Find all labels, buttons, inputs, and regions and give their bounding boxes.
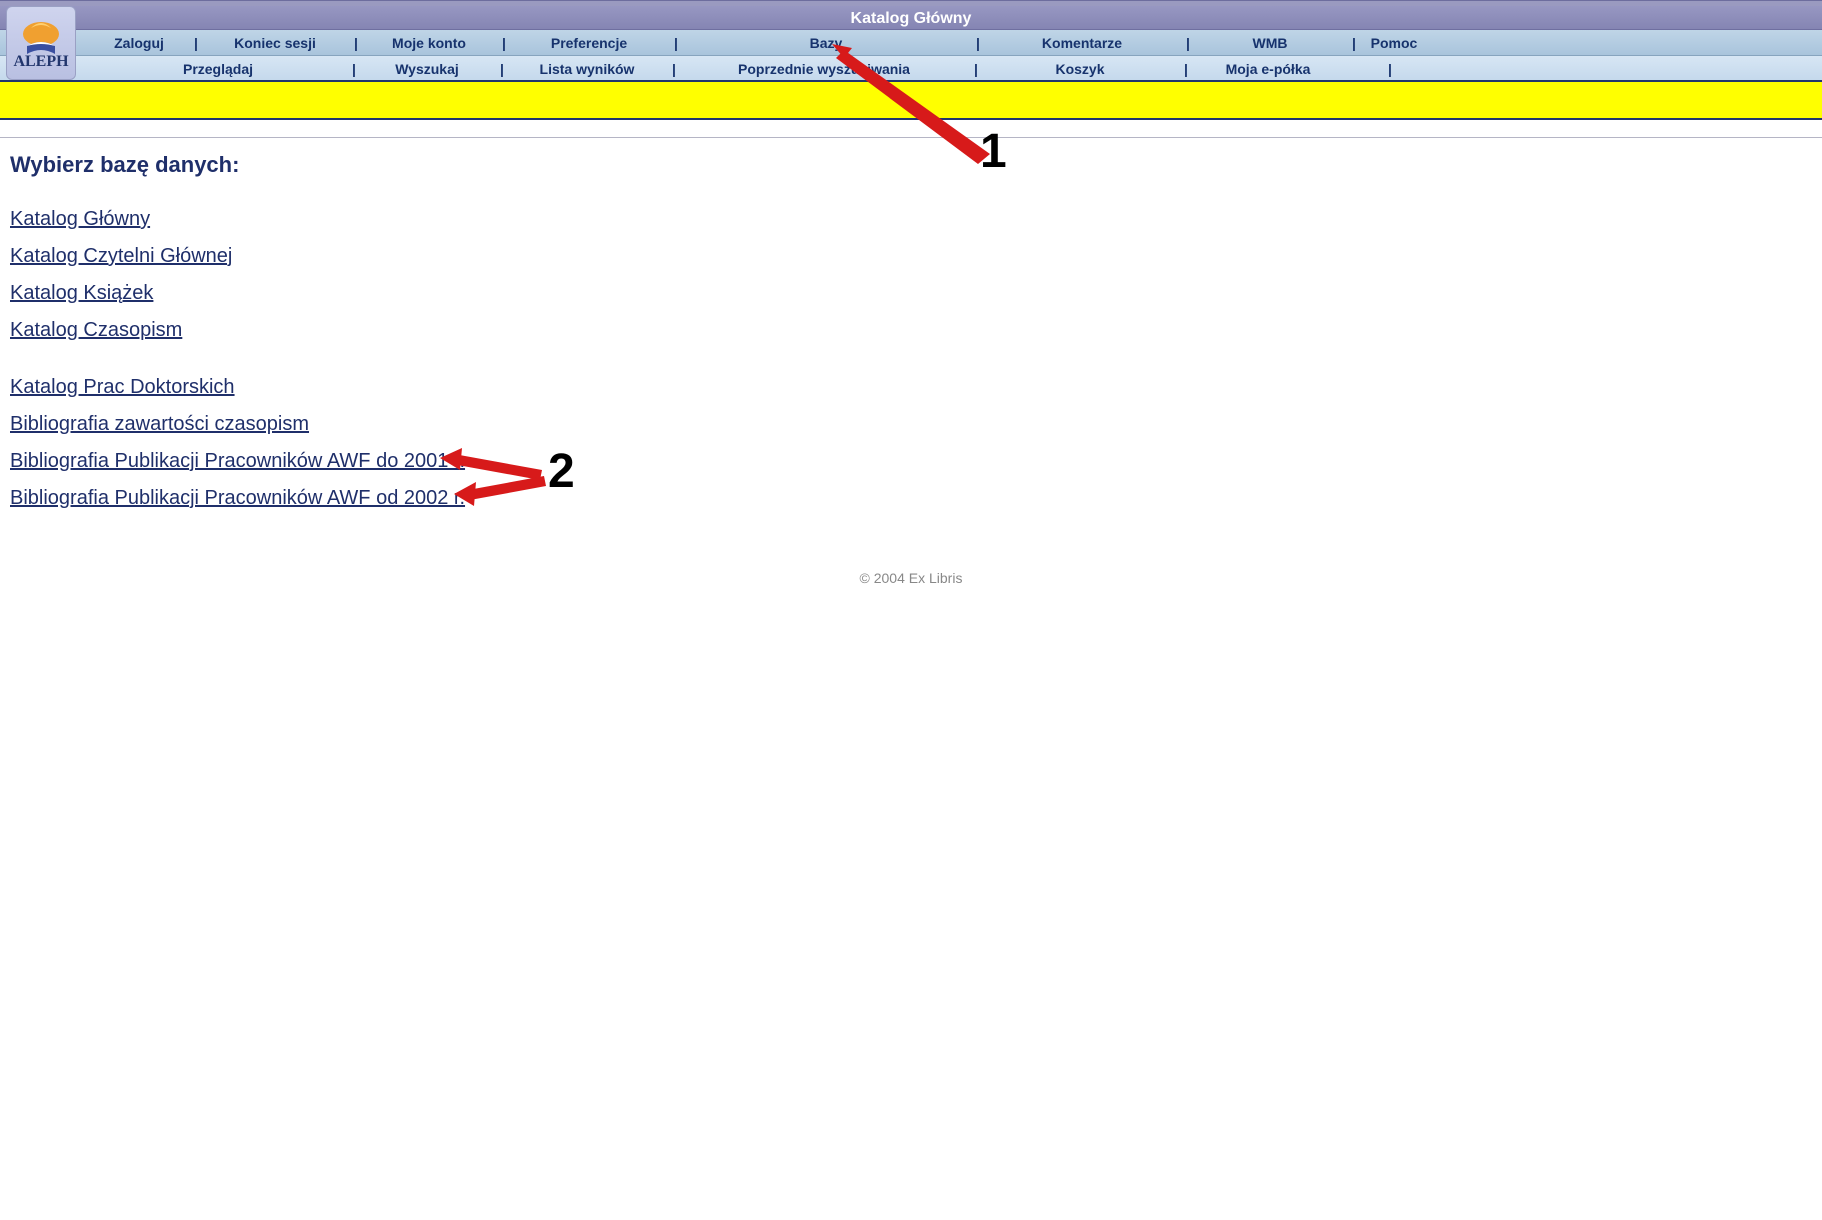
db-link-katalog-ksiazek[interactable]: Katalog Książek <box>10 282 153 305</box>
database-list: Katalog Główny Katalog Czytelni Głównej … <box>10 208 1812 510</box>
nav-preferences[interactable]: Preferencje <box>504 30 674 55</box>
nav-wmb[interactable]: WMB <box>1188 30 1352 55</box>
choose-db-heading: Wybierz bazę danych: <box>10 152 1812 178</box>
footer-copyright: © 2004 Ex Libris <box>10 570 1812 586</box>
nav-help[interactable]: Pomoc <box>1354 30 1434 55</box>
db-link-bibliografia-od-2002[interactable]: Bibliografia Publikacji Pracowników AWF … <box>10 487 465 510</box>
nav-end-session[interactable]: Koniec sesji <box>196 30 354 55</box>
yellow-message-band <box>0 82 1822 120</box>
main-content: Wybierz bazę danych: Katalog Główny Kata… <box>0 138 1822 600</box>
db-link-katalog-glowny[interactable]: Katalog Główny <box>10 208 150 231</box>
page-title: Katalog Główny <box>851 10 972 27</box>
nav-comments[interactable]: Komentarze <box>978 30 1186 55</box>
db-link-katalog-czytelni[interactable]: Katalog Czytelni Głównej <box>10 245 232 268</box>
svg-text:ALEPH: ALEPH <box>13 53 69 70</box>
nav-browse[interactable]: Przeglądaj <box>84 56 352 80</box>
aleph-logo[interactable]: ALEPH <box>6 6 76 80</box>
nav-previous-searches[interactable]: Poprzednie wyszukiwania <box>674 56 974 80</box>
title-bar: Katalog Główny <box>0 6 1822 30</box>
nav-search[interactable]: Wyszukaj <box>354 56 500 80</box>
db-link-bibliografia-zawartosci[interactable]: Bibliografia zawartości czasopism <box>10 413 309 436</box>
nav-basket[interactable]: Koszyk <box>976 56 1184 80</box>
nav-databases[interactable]: Bazy <box>676 30 976 55</box>
nav-row-bottom: Przeglądaj | Wyszukaj | Lista wyników | … <box>0 56 1822 82</box>
nav-login[interactable]: Zaloguj <box>84 30 194 55</box>
nav-separator: | <box>1350 56 1430 80</box>
nav-row-top: Zaloguj | Koniec sesji | Moje konto | Pr… <box>0 30 1822 56</box>
separator-band <box>0 120 1822 138</box>
nav-my-account[interactable]: Moje konto <box>356 30 502 55</box>
db-link-katalog-czasopism[interactable]: Katalog Czasopism <box>10 319 182 342</box>
nav-my-eshelf[interactable]: Moja e-półka <box>1186 56 1350 80</box>
nav-results-list[interactable]: Lista wyników <box>502 56 672 80</box>
nav-container: ALEPH Zaloguj | Koniec sesji | Moje kont… <box>0 30 1822 82</box>
aleph-logo-icon: ALEPH <box>10 12 72 74</box>
db-link-prac-doktorskich[interactable]: Katalog Prac Doktorskich <box>10 376 235 399</box>
db-link-bibliografia-do-2001[interactable]: Bibliografia Publikacji Pracowników AWF … <box>10 450 465 473</box>
